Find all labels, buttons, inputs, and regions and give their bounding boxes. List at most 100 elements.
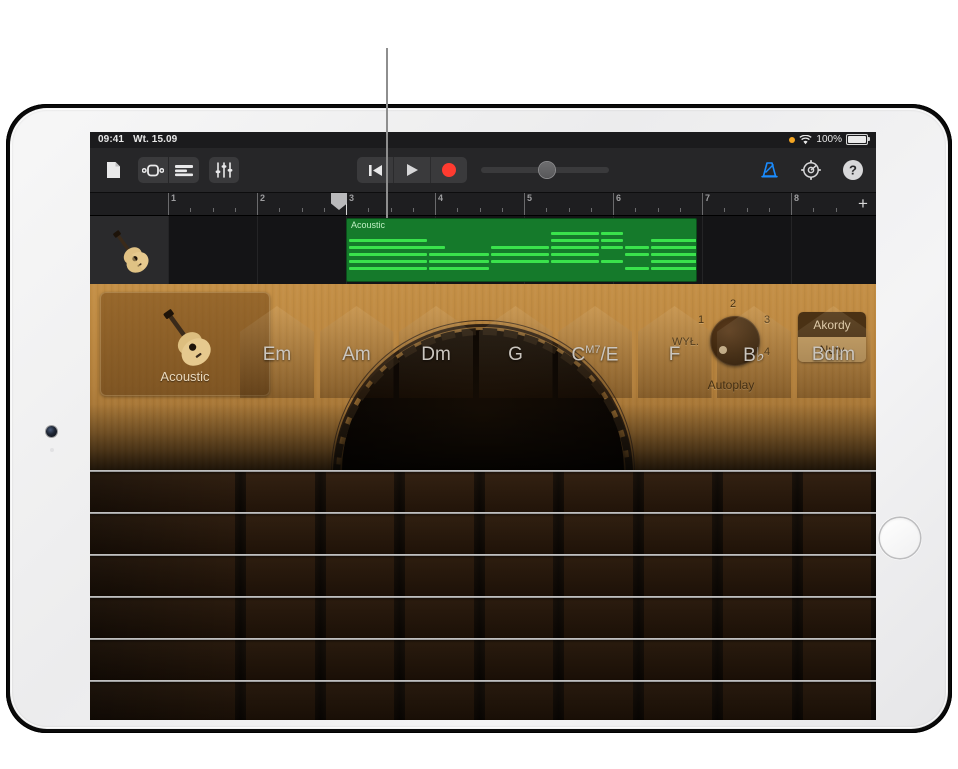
gear-icon [801, 160, 821, 180]
master-volume-slider[interactable] [481, 167, 609, 173]
device-bezel: 09:41 Wt. 15.09 100% [10, 108, 948, 729]
beat-tick [457, 208, 458, 212]
beat-tick [836, 208, 837, 212]
front-camera-icon [46, 426, 57, 437]
bar-number: 5 [524, 193, 532, 203]
midi-note [349, 239, 427, 242]
beat-tick [813, 208, 814, 212]
question-mark-icon: ? [842, 159, 864, 181]
beat-tick [302, 208, 303, 212]
midi-note [429, 253, 489, 256]
add-track-button[interactable]: + [854, 195, 872, 213]
chord-label: B♭ [717, 344, 791, 367]
chord-button-em[interactable]: Em [240, 306, 314, 398]
sliders-icon [215, 162, 233, 178]
my-songs-button[interactable] [98, 157, 128, 183]
beat-tick [569, 208, 570, 212]
toolbar-right-group: ? [754, 148, 868, 192]
chord-button-g[interactable]: G [479, 306, 553, 398]
track-area: Acoustic [90, 216, 876, 284]
beat-tick [769, 208, 770, 212]
midi-note [551, 239, 599, 242]
chord-button-am[interactable]: Am [320, 306, 394, 398]
beat-tick [190, 208, 191, 212]
midi-note [625, 267, 649, 270]
play-button[interactable] [393, 157, 430, 183]
chord-label: Bdim [797, 344, 871, 366]
midi-region-acoustic[interactable]: Acoustic [346, 218, 697, 282]
midi-note [551, 260, 599, 263]
beat-tick [279, 208, 280, 212]
region-label: Acoustic [351, 220, 385, 230]
lane-bar-line [791, 216, 792, 284]
mixer-button[interactable] [209, 157, 239, 183]
transport-controls [357, 148, 609, 192]
string-row[interactable] [90, 512, 876, 554]
beat-tick [724, 208, 725, 212]
midi-note [349, 260, 427, 263]
chord-label: Am [320, 344, 394, 366]
midi-note [349, 253, 427, 256]
track-view-icon [174, 164, 194, 177]
midi-note [491, 246, 549, 249]
toolbar-left-group [98, 148, 239, 192]
midi-note [429, 267, 489, 270]
chord-button-f[interactable]: F [638, 306, 712, 398]
chord-label: F [638, 344, 712, 366]
timeline-ruler[interactable]: 12345678 + [90, 193, 876, 216]
guitar-string[interactable] [90, 680, 876, 682]
bar-number: 7 [702, 193, 710, 203]
lane-bar-line [702, 216, 703, 284]
chord-strip: Em AmDmGCM7/E FB♭ Bdim [90, 284, 876, 470]
chord-label: CM7/E [558, 344, 632, 366]
chord-button-dm[interactable]: Dm [399, 306, 473, 398]
beat-tick [502, 208, 503, 212]
guitar-string[interactable] [90, 554, 876, 556]
string-row[interactable] [90, 596, 876, 638]
ruler-bars[interactable]: 12345678 [168, 193, 850, 215]
beat-tick [591, 208, 592, 212]
bar-number: 6 [613, 193, 621, 203]
midi-note [601, 232, 623, 235]
guitar-string[interactable] [90, 512, 876, 514]
guitar-string[interactable] [90, 470, 876, 472]
string-row[interactable] [90, 470, 876, 512]
chord-button-bdim[interactable]: Bdim [797, 306, 871, 398]
string-row[interactable] [90, 638, 876, 680]
midi-note [491, 253, 549, 256]
guitar-string[interactable] [90, 596, 876, 598]
record-button[interactable] [430, 157, 467, 183]
midi-note [651, 260, 697, 263]
help-button[interactable]: ? [838, 157, 868, 183]
midi-note [651, 267, 697, 270]
acoustic-guitar-icon [101, 227, 157, 273]
track-view-button[interactable] [168, 157, 199, 183]
midi-note [429, 260, 489, 263]
track-header-acoustic[interactable] [90, 216, 169, 284]
loop-browser-button[interactable] [138, 157, 168, 183]
guitar-string[interactable] [90, 638, 876, 640]
chord-label: Em [240, 344, 314, 366]
transport-button-group [357, 157, 467, 183]
status-bar: 09:41 Wt. 15.09 100% [90, 132, 876, 148]
string-row[interactable] [90, 680, 876, 720]
bar-number: 1 [168, 193, 176, 203]
midi-note [601, 239, 623, 242]
bar-number: 8 [791, 193, 799, 203]
battery-full-icon [846, 134, 868, 145]
midi-note [625, 246, 649, 249]
master-volume-knob[interactable] [539, 162, 555, 178]
bar-number: 3 [346, 193, 354, 203]
beat-tick [658, 208, 659, 212]
fretboard-strum-area[interactable] [90, 470, 876, 720]
metronome-button[interactable] [754, 157, 784, 183]
chord-button-bb[interactable]: B♭ [717, 306, 791, 398]
chord-button-cm7e[interactable]: CM7/E [558, 306, 632, 398]
home-button[interactable] [880, 518, 920, 558]
toolbar: ? [90, 148, 876, 193]
string-row[interactable] [90, 554, 876, 596]
settings-button[interactable] [796, 157, 826, 183]
beat-tick [747, 208, 748, 212]
track-lane-acoustic[interactable]: Acoustic [168, 216, 876, 284]
playhead-handle[interactable] [331, 193, 347, 210]
